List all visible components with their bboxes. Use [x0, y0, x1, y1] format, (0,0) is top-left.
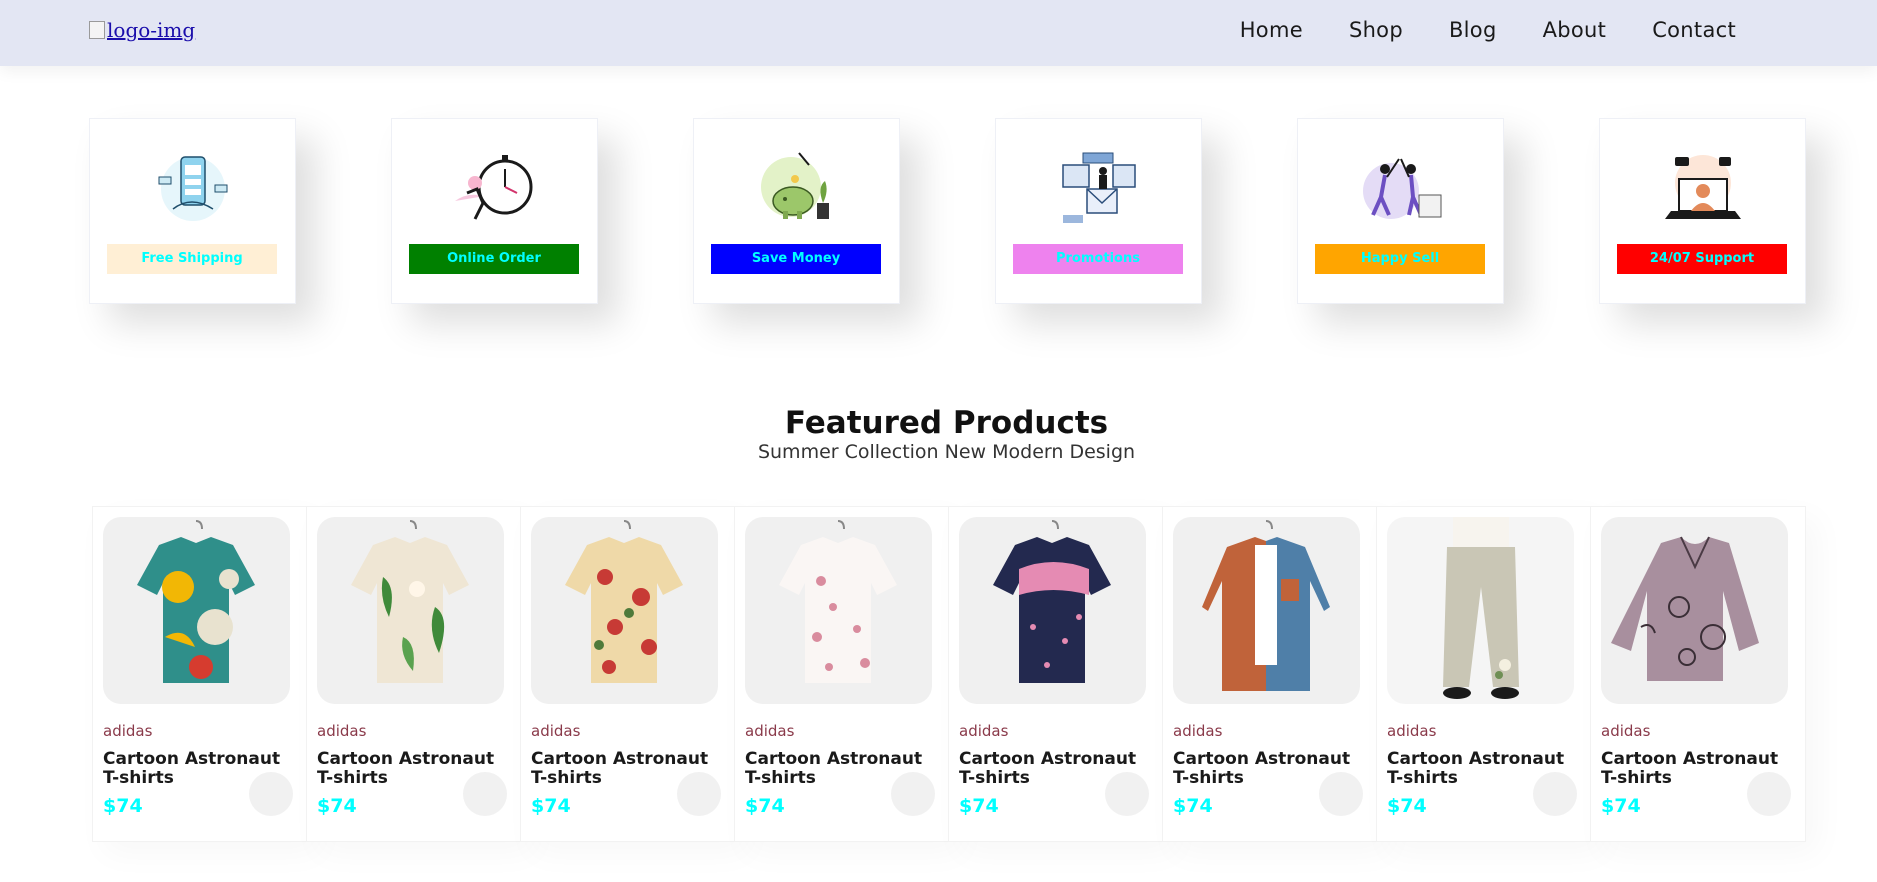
feature-card-happy-sell: Happy Sell — [1297, 118, 1504, 304]
product-brand: adidas — [959, 722, 1009, 740]
blouse-image-mauve — [1611, 536, 1759, 681]
logo-alt-text: logo-img — [107, 18, 196, 42]
mail-promo-icon — [1062, 152, 1136, 223]
main-nav: Home Shop Blog About Contact — [1240, 18, 1736, 42]
product-image[interactable] — [745, 517, 932, 704]
product-brand: adidas — [1173, 722, 1223, 740]
product-card[interactable]: adidas Cartoon Astronaut T-shirts $74 — [520, 506, 736, 842]
product-image[interactable] — [1601, 517, 1788, 704]
shirt-image-red-floral — [565, 520, 683, 683]
piggy-bank-icon — [761, 152, 829, 219]
add-to-cart-button[interactable] — [1533, 772, 1577, 816]
product-image[interactable] — [1173, 517, 1360, 704]
product-card[interactable]: adidas Cartoon Astronaut T-shirts $74 — [948, 506, 1164, 842]
product-brand: adidas — [103, 722, 153, 740]
product-image[interactable] — [317, 517, 504, 704]
stopwatch-icon — [455, 155, 533, 220]
feature-label: Happy Sell — [1315, 244, 1485, 274]
laptop-support-icon — [1665, 155, 1741, 219]
product-price: $74 — [1387, 795, 1427, 817]
site-header: logo-img Home Shop Blog About Contact — [0, 0, 1877, 66]
add-to-cart-button[interactable] — [677, 772, 721, 816]
nav-about[interactable]: About — [1543, 18, 1607, 42]
product-price: $74 — [103, 795, 143, 817]
broken-image-icon — [89, 21, 105, 39]
logo-link[interactable]: logo-img — [89, 18, 195, 42]
nav-blog[interactable]: Blog — [1449, 18, 1497, 42]
feature-card-free-shipping: Free Shipping — [89, 118, 296, 304]
product-price: $74 — [317, 795, 357, 817]
product-card[interactable]: adidas Cartoon Astronaut T-shirts $74 — [1162, 506, 1378, 842]
product-price: $74 — [1173, 795, 1213, 817]
shirt-image-colorful — [137, 520, 255, 683]
product-brand: adidas — [317, 722, 367, 740]
product-grid: adidas Cartoon Astronaut T-shirts $74 ad… — [92, 506, 1806, 842]
product-brand: adidas — [1387, 722, 1437, 740]
feature-card-promotions: Promotions — [995, 118, 1202, 304]
high-five-icon — [1363, 158, 1442, 219]
feature-label: Free Shipping — [107, 244, 277, 274]
phone-payment-icon — [158, 156, 228, 221]
product-price: $74 — [531, 795, 571, 817]
product-brand: adidas — [745, 722, 795, 740]
product-price: $74 — [959, 795, 999, 817]
add-to-cart-button[interactable] — [1747, 772, 1791, 816]
feature-label: Promotions — [1013, 244, 1183, 274]
product-brand: adidas — [1601, 722, 1651, 740]
shirt-image-tropical — [351, 520, 469, 683]
product-card[interactable]: adidas Cartoon Astronaut T-shirts $74 — [92, 506, 308, 842]
trousers-image-linen — [1443, 517, 1519, 699]
product-image[interactable] — [959, 517, 1146, 704]
feature-label: Online Order — [409, 244, 579, 274]
jacket-image-rust-denim — [1202, 520, 1330, 691]
product-price: $74 — [745, 795, 785, 817]
nav-shop[interactable]: Shop — [1349, 18, 1403, 42]
product-card[interactable]: adidas Cartoon Astronaut T-shirts $74 — [1376, 506, 1592, 842]
nav-contact[interactable]: Contact — [1652, 18, 1736, 42]
add-to-cart-button[interactable] — [463, 772, 507, 816]
add-to-cart-button[interactable] — [1105, 772, 1149, 816]
add-to-cart-button[interactable] — [891, 772, 935, 816]
product-image[interactable] — [531, 517, 718, 704]
features-section: Free Shipping Online Order Save Money Pr… — [89, 118, 1806, 304]
shirt-image-white-blossom — [779, 520, 897, 683]
feature-label: 24/07 Support — [1617, 244, 1787, 274]
feature-card-online-order: Online Order — [391, 118, 598, 304]
nav-home[interactable]: Home — [1240, 18, 1303, 42]
feature-card-save-money: Save Money — [693, 118, 900, 304]
product-card[interactable]: adidas Cartoon Astronaut T-shirts $74 — [1590, 506, 1806, 842]
product-card[interactable]: adidas Cartoon Astronaut T-shirts $74 — [734, 506, 950, 842]
add-to-cart-button[interactable] — [1319, 772, 1363, 816]
shirt-image-navy-floral — [993, 520, 1111, 683]
feature-card-support: 24/07 Support — [1599, 118, 1806, 304]
section-title: Featured Products — [784, 405, 1109, 441]
product-image[interactable] — [103, 517, 290, 704]
add-to-cart-button[interactable] — [249, 772, 293, 816]
product-image[interactable] — [1387, 517, 1574, 704]
product-brand: adidas — [531, 722, 581, 740]
product-card[interactable]: adidas Cartoon Astronaut T-shirts $74 — [306, 506, 522, 842]
feature-label: Save Money — [711, 244, 881, 274]
product-price: $74 — [1601, 795, 1641, 817]
section-subtitle: Summer Collection New Modern Design — [757, 441, 1136, 463]
